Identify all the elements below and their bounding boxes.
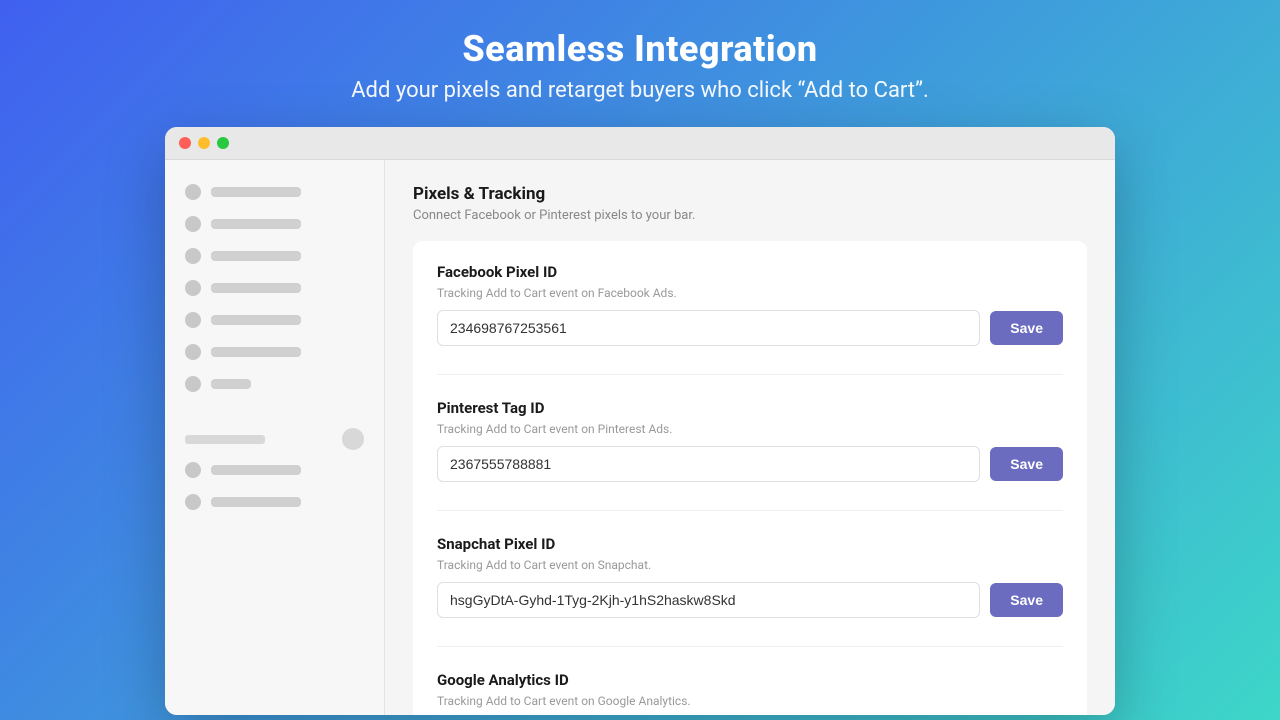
facebook-pixel-input[interactable] — [437, 310, 980, 346]
sidebar-label-apps — [211, 379, 251, 389]
facebook-pixel-row: Save — [437, 310, 1063, 346]
app-window: Pixels & Tracking Connect Facebook or Pi… — [165, 127, 1115, 715]
sidebar-item-discounts[interactable] — [165, 336, 384, 368]
titlebar — [165, 127, 1115, 160]
pinterest-tag-title: Pinterest Tag ID — [437, 399, 1063, 417]
pinterest-tag-row: Save — [437, 446, 1063, 482]
section-desc: Connect Facebook or Pinterest pixels to … — [413, 208, 1087, 223]
google-analytics-desc: Tracking Add to Cart event on Google Ana… — [437, 694, 1063, 708]
sidebar-item-customers[interactable] — [165, 272, 384, 304]
main-content: Pixels & Tracking Connect Facebook or Pi… — [385, 160, 1115, 715]
sidebar-label-home — [211, 187, 301, 197]
sidebar-label-orders — [211, 219, 301, 229]
facebook-pixel-desc: Tracking Add to Cart event on Facebook A… — [437, 286, 1063, 300]
sidebar-item-analytics[interactable] — [165, 304, 384, 336]
facebook-pixel-save-button[interactable]: Save — [990, 311, 1063, 345]
section-title: Pixels & Tracking — [413, 184, 1087, 204]
snapchat-pixel-row: Save — [437, 582, 1063, 618]
sidebar-label-pos — [211, 497, 301, 507]
sidebar-label-products — [211, 251, 301, 261]
sidebar — [165, 160, 385, 715]
pinterest-tag-block: Pinterest Tag ID Tracking Add to Cart ev… — [437, 399, 1063, 482]
window-body: Pixels & Tracking Connect Facebook or Pi… — [165, 160, 1115, 715]
snapchat-pixel-desc: Tracking Add to Cart event on Snapchat. — [437, 558, 1063, 572]
google-analytics-title: Google Analytics ID — [437, 671, 1063, 689]
close-button[interactable] — [179, 137, 191, 149]
divider-2 — [437, 510, 1063, 511]
sidebar-section-sales — [165, 420, 384, 454]
sidebar-label-analytics — [211, 315, 301, 325]
online-store-icon — [185, 462, 201, 478]
sidebar-item-apps[interactable] — [165, 368, 384, 400]
orders-icon — [185, 216, 201, 232]
facebook-pixel-title: Facebook Pixel ID — [437, 263, 1063, 281]
home-icon — [185, 184, 201, 200]
sales-channels-label — [185, 435, 265, 444]
sidebar-item-orders[interactable] — [165, 208, 384, 240]
apps-icon — [185, 376, 201, 392]
sidebar-item-home[interactable] — [165, 176, 384, 208]
sidebar-label-discounts — [211, 347, 301, 357]
snapchat-pixel-title: Snapchat Pixel ID — [437, 535, 1063, 553]
pos-icon — [185, 494, 201, 510]
snapchat-pixel-input[interactable] — [437, 582, 980, 618]
hero-section: Seamless Integration Add your pixels and… — [331, 0, 949, 127]
pixels-tracking-card: Facebook Pixel ID Tracking Add to Cart e… — [413, 241, 1087, 715]
analytics-icon — [185, 312, 201, 328]
minimize-button[interactable] — [198, 137, 210, 149]
sidebar-label-online-store — [211, 465, 301, 475]
pinterest-tag-desc: Tracking Add to Cart event on Pinterest … — [437, 422, 1063, 436]
facebook-pixel-block: Facebook Pixel ID Tracking Add to Cart e… — [437, 263, 1063, 346]
divider-1 — [437, 374, 1063, 375]
discounts-icon — [185, 344, 201, 360]
sidebar-item-pos[interactable] — [165, 486, 384, 518]
hero-title: Seamless Integration — [351, 28, 929, 70]
sidebar-label-customers — [211, 283, 301, 293]
pinterest-tag-save-button[interactable]: Save — [990, 447, 1063, 481]
products-icon — [185, 248, 201, 264]
divider-3 — [437, 646, 1063, 647]
pinterest-tag-input[interactable] — [437, 446, 980, 482]
sidebar-item-online-store[interactable] — [165, 454, 384, 486]
sidebar-item-products[interactable] — [165, 240, 384, 272]
customers-icon — [185, 280, 201, 296]
google-analytics-block: Google Analytics ID Tracking Add to Cart… — [437, 671, 1063, 715]
maximize-button[interactable] — [217, 137, 229, 149]
add-channel-button[interactable] — [342, 428, 364, 450]
hero-subtitle: Add your pixels and retarget buyers who … — [351, 78, 929, 103]
snapchat-pixel-block: Snapchat Pixel ID Tracking Add to Cart e… — [437, 535, 1063, 618]
snapchat-pixel-save-button[interactable]: Save — [990, 583, 1063, 617]
